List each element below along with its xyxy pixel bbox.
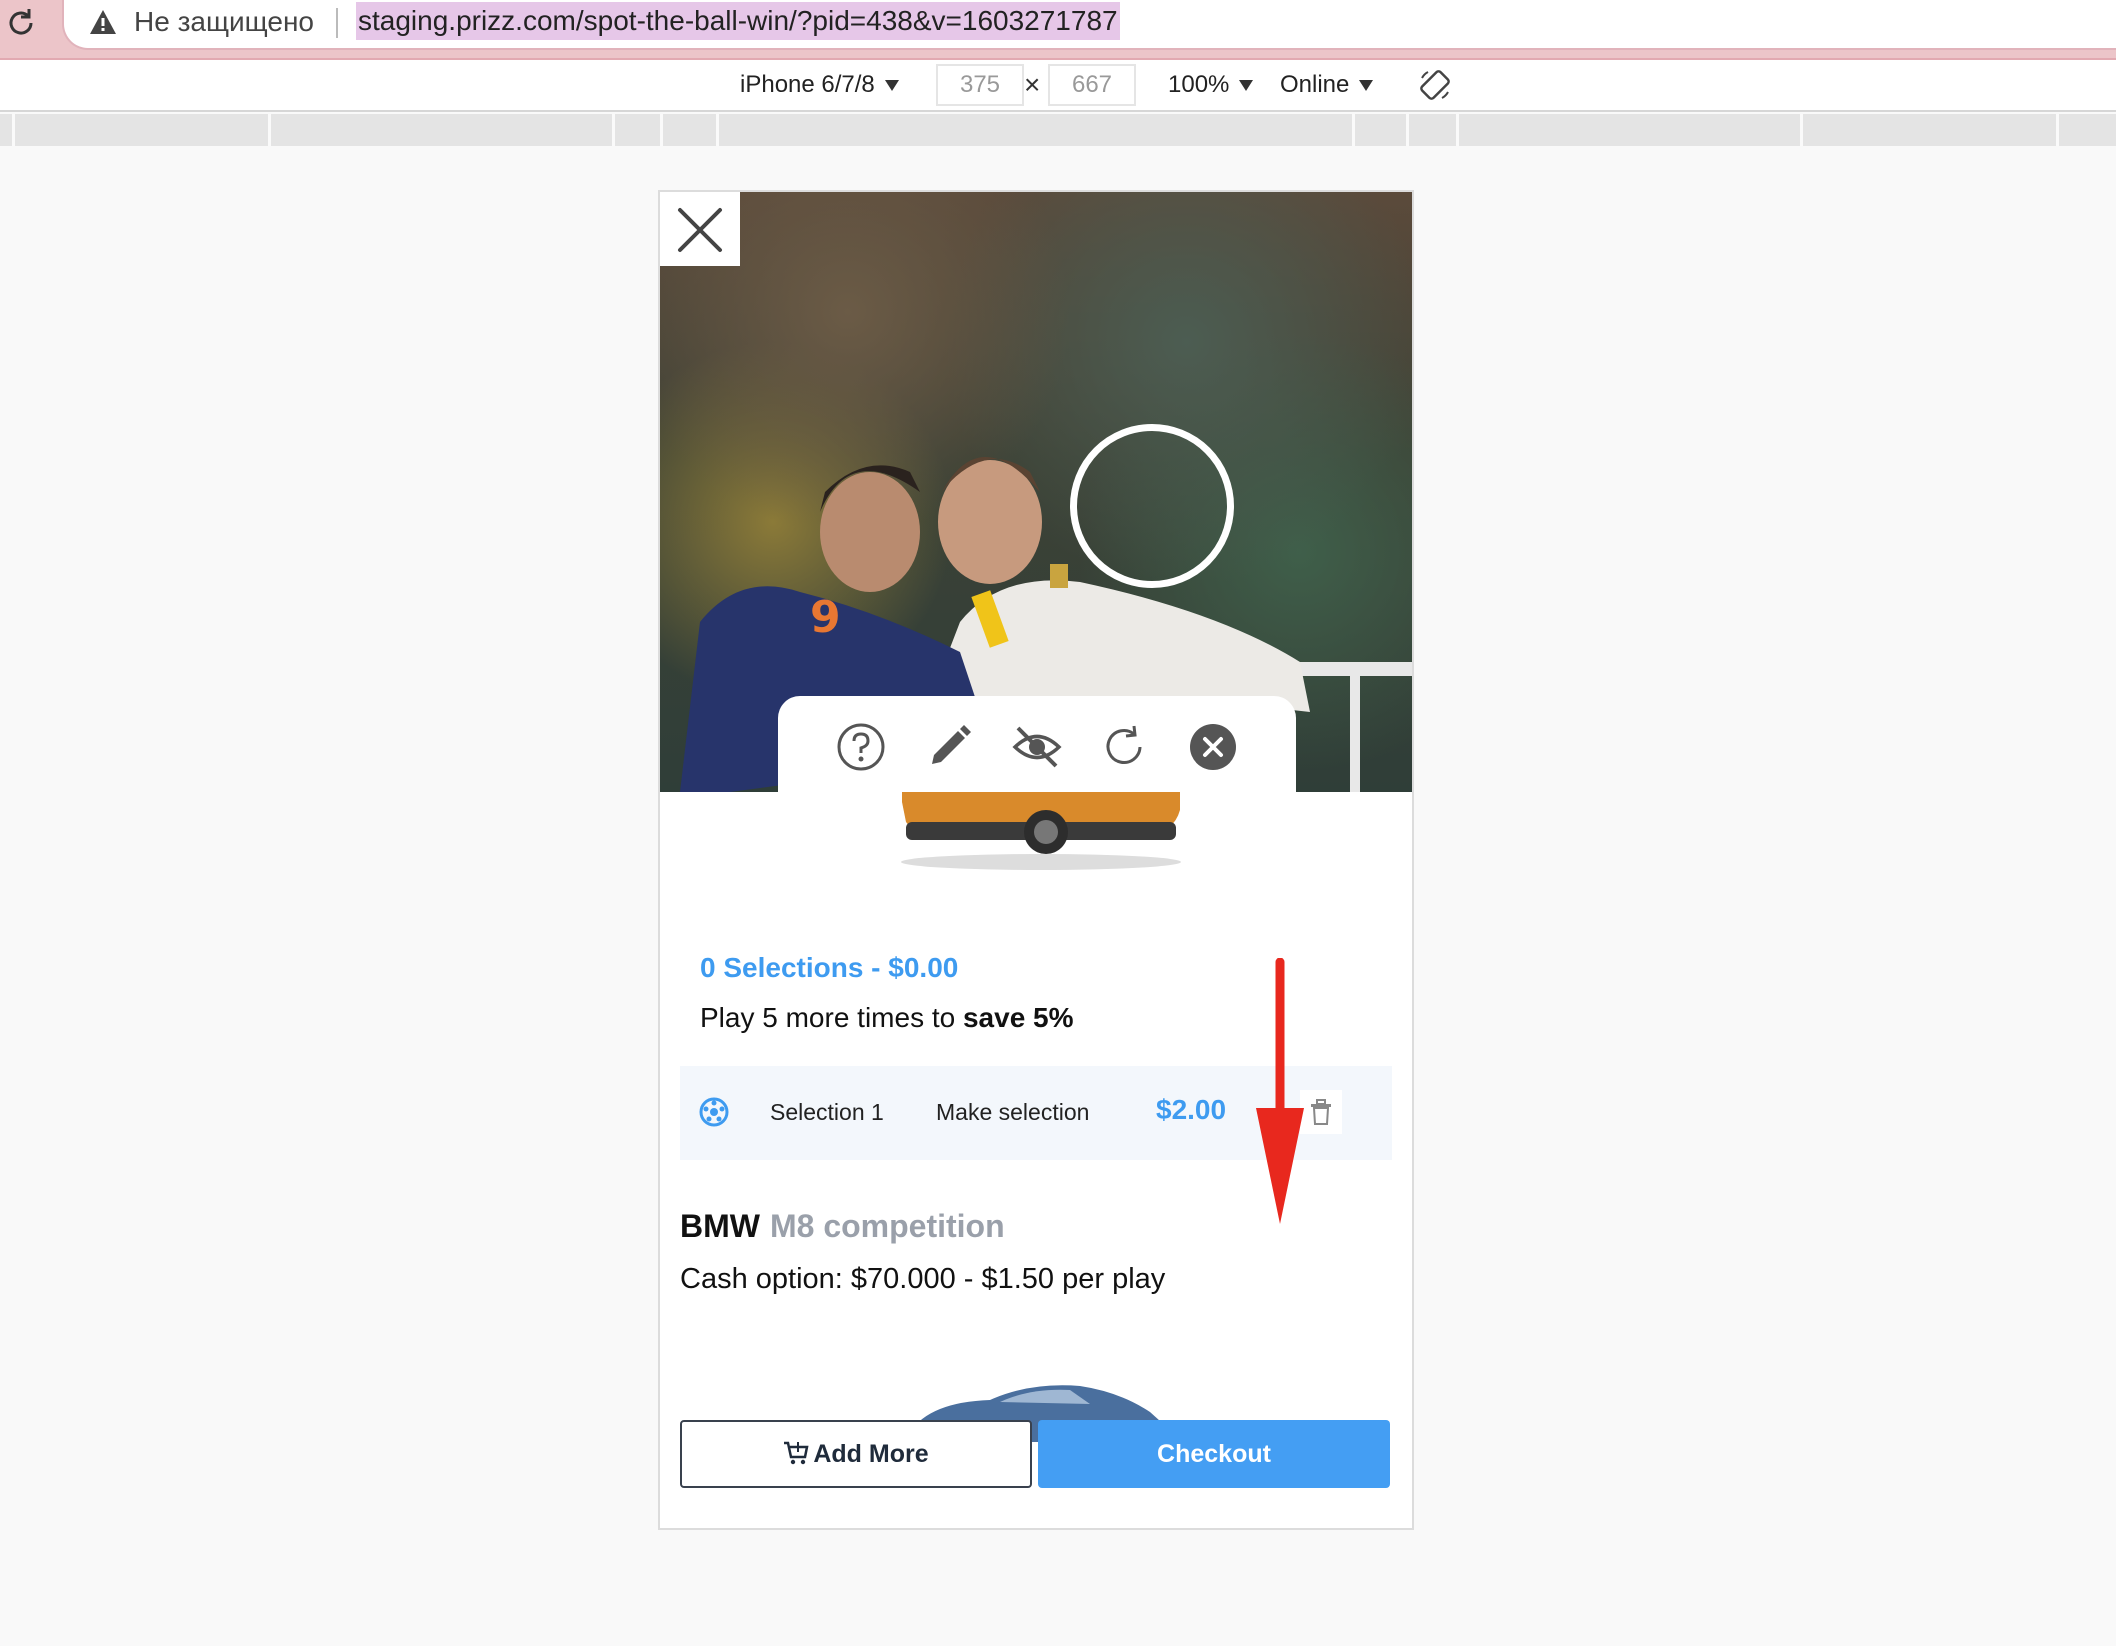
savings-highlight: save 5% [962, 1002, 1074, 1033]
add-more-label: Add More [813, 1440, 929, 1468]
rotate-icon[interactable] [1418, 68, 1452, 102]
not-secure-label[interactable]: Не защищено [134, 4, 314, 40]
ruler-tick [1800, 114, 1803, 146]
refresh-icon[interactable] [1100, 722, 1150, 772]
selection-summary: 0 Selections - $0.00 [700, 952, 959, 983]
omnibox-separator [336, 8, 338, 38]
make-selection-link[interactable]: Make selection [936, 1096, 1089, 1128]
ruler-tick [716, 114, 719, 146]
ruler-tick [1352, 114, 1355, 146]
phone-viewport: 9 0 Selections - $0.00 Play 5 more times… [658, 190, 1414, 1530]
help-icon[interactable] [836, 722, 886, 772]
url-text[interactable]: staging.prizz.com/spot-the-ball-win/?pid… [356, 2, 1120, 40]
selection-price: $2.00 [1156, 1094, 1227, 1125]
chevron-down-icon [1359, 80, 1374, 92]
ruler-tick [268, 114, 271, 146]
eye-off-icon[interactable] [1012, 722, 1062, 772]
network-select[interactable]: Online [1280, 68, 1374, 102]
zoom-select-label: 100% [1168, 71, 1230, 98]
cash-option-text: Cash option: $70.000 - $1.50 per play [680, 1263, 1166, 1295]
savings-message-text: Play 5 more times to [700, 1002, 963, 1033]
add-more-button[interactable]: Add More [680, 1420, 1032, 1488]
savings-message: Play 5 more times to save 5% [700, 1000, 1074, 1036]
cart-icon [784, 1441, 809, 1465]
prize-make: BMW [680, 1208, 760, 1244]
network-select-label: Online [1280, 71, 1350, 98]
ruler-tick [1406, 114, 1409, 146]
checkout-button[interactable]: Checkout [1038, 1420, 1390, 1488]
omnibox[interactable]: Не защищено staging.prizz.com/spot-the-b… [62, 0, 2116, 50]
device-select-label: iPhone 6/7/8 [740, 71, 875, 98]
ruler-tick [12, 114, 15, 146]
height-input[interactable]: 667 [1048, 64, 1136, 106]
warning-icon [90, 10, 116, 34]
browser-address-bar: Не защищено staging.prizz.com/spot-the-b… [0, 0, 2116, 60]
football-icon [699, 1097, 729, 1127]
annotation-arrow [1256, 958, 1304, 1224]
zoom-select[interactable]: 100% [1168, 68, 1254, 102]
chevron-down-icon [884, 80, 899, 92]
chevron-down-icon [1239, 80, 1254, 92]
prize-title: BMW M8 competition [680, 1206, 1005, 1246]
ruler-tick [1456, 114, 1459, 146]
game-photo[interactable]: 9 [660, 192, 1412, 792]
close-circle-icon[interactable] [1188, 722, 1238, 772]
pencil-icon[interactable] [924, 722, 974, 772]
selection-name: Selection 1 [770, 1099, 884, 1125]
tool-bar [778, 696, 1296, 792]
ruler-tick [612, 114, 615, 146]
reload-icon[interactable] [4, 6, 38, 40]
ruler-tick [2056, 114, 2059, 146]
times-icon: × [1024, 69, 1041, 100]
media-query-ruler[interactable] [0, 114, 2116, 146]
width-input[interactable]: 375 [936, 64, 1024, 106]
device-toolbar: iPhone 6/7/8 375 × 667 100% Online [0, 60, 2116, 112]
trash-icon [1311, 1099, 1331, 1125]
device-select[interactable]: iPhone 6/7/8 [740, 68, 899, 102]
close-icon [678, 208, 722, 252]
orange-car-image [901, 792, 1181, 870]
close-button[interactable] [660, 192, 740, 266]
svg-text:9: 9 [810, 592, 841, 643]
ruler-tick [660, 114, 663, 146]
ball-target-circle[interactable] [1070, 424, 1234, 588]
prize-model: M8 competition [769, 1208, 1005, 1244]
